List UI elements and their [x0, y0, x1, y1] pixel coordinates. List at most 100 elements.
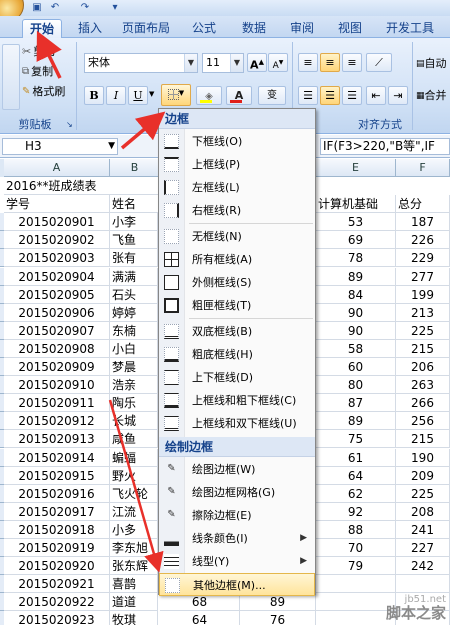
table-cell[interactable] [396, 575, 450, 594]
menu-item-right-border[interactable]: 右框线(R) [159, 199, 315, 222]
table-cell[interactable]: 野火 [110, 466, 158, 485]
font-color-button[interactable]: A [226, 86, 252, 105]
align-center-button[interactable]: ☰ [320, 86, 340, 105]
table-cell[interactable]: 婷婷 [110, 303, 158, 322]
menu-item-bottom-border[interactable]: 下框线(O) [159, 130, 315, 153]
font-size-combo[interactable]: 11 ▼ [202, 53, 244, 73]
align-top-button[interactable]: ≡ [298, 53, 318, 72]
table-cell[interactable]: 2015020908 [4, 339, 110, 358]
align-right-button[interactable]: ☰ [342, 86, 362, 105]
table-cell[interactable]: 小白 [110, 339, 158, 358]
format-painter-button[interactable]: ✎ 格式刷 [22, 84, 65, 100]
table-cell[interactable]: 2015020914 [4, 448, 110, 467]
table-cell[interactable]: 229 [396, 249, 450, 268]
table-cell[interactable]: 75 [316, 430, 396, 449]
table-cell[interactable]: 小多 [110, 520, 158, 539]
table-cell[interactable]: 长城 [110, 412, 158, 431]
table-cell[interactable]: 90 [316, 303, 396, 322]
table-cell[interactable]: 2015020907 [4, 321, 110, 340]
grow-font-button[interactable]: A▲ [247, 53, 267, 72]
tab-view[interactable]: 视图 [332, 19, 368, 38]
table-cell[interactable]: 2015020905 [4, 285, 110, 304]
table-cell[interactable]: 241 [396, 520, 450, 539]
table-cell[interactable]: 陶乐 [110, 394, 158, 413]
table-cell[interactable]: 2015020916 [4, 484, 110, 503]
table-cell[interactable]: 2015020919 [4, 539, 110, 557]
table-cell[interactable]: 梦晨 [110, 358, 158, 376]
table-cell[interactable]: 2015020915 [4, 466, 110, 485]
table-cell[interactable]: 58 [316, 339, 396, 358]
menu-item-draw-border[interactable]: ✎ 绘图边框(W) [159, 458, 315, 481]
table-cell[interactable] [316, 611, 396, 625]
table-cell[interactable]: 89 [316, 412, 396, 431]
column-header-e[interactable]: E [316, 159, 396, 177]
border-button[interactable]: ▼ [161, 84, 191, 106]
fill-color-button[interactable]: ◈ [196, 86, 222, 105]
table-cell[interactable]: 227 [396, 539, 450, 557]
menu-item-top-border[interactable]: 上框线(P) [159, 153, 315, 176]
header-cs-cell[interactable]: 计算机基础 [316, 195, 396, 214]
menu-item-no-border[interactable]: 无框线(N) [159, 225, 315, 248]
menu-item-top-thick-bottom-border[interactable]: 上框线和粗下框线(C) [159, 389, 315, 412]
tab-page-layout[interactable]: 页面布局 [116, 19, 176, 38]
tab-insert[interactable]: 插入 [72, 19, 108, 38]
table-cell[interactable]: 2015020902 [4, 231, 110, 250]
menu-item-thick-bottom-border[interactable]: 粗底框线(H) [159, 343, 315, 366]
table-cell[interactable]: 张东辉 [110, 557, 158, 576]
table-cell[interactable]: 80 [316, 376, 396, 395]
undo-icon[interactable]: ↶ [48, 1, 62, 14]
menu-item-thick-box-border[interactable]: 粗匣框线(T) [159, 294, 315, 317]
header-id-cell[interactable]: 学号 [4, 195, 110, 214]
table-cell[interactable]: 226 [396, 231, 450, 250]
tab-home[interactable]: 开始 [22, 19, 62, 38]
table-cell[interactable]: 53 [316, 213, 396, 232]
wrap-text-button[interactable]: ▤ 自动 [416, 56, 447, 72]
table-cell[interactable]: 江流 [110, 502, 158, 521]
underline-button[interactable]: U [128, 86, 148, 105]
table-cell[interactable]: 2015020921 [4, 575, 110, 594]
menu-item-more-borders[interactable]: 其他边框(M)... [159, 573, 315, 596]
table-cell[interactable]: 266 [396, 394, 450, 413]
table-cell[interactable]: 190 [396, 448, 450, 467]
table-cell[interactable]: 88 [316, 520, 396, 539]
table-cell[interactable]: 69 [316, 231, 396, 250]
dialog-launcher-icon[interactable]: ↘ [66, 120, 73, 129]
table-cell[interactable] [316, 575, 396, 594]
table-cell[interactable]: 89 [316, 267, 396, 286]
table-cell[interactable]: 2015020917 [4, 502, 110, 521]
table-cell[interactable]: 90 [316, 321, 396, 340]
decrease-indent-button[interactable]: ⇤ [366, 86, 386, 105]
table-cell[interactable]: 64 [316, 466, 396, 485]
table-cell[interactable]: 2015020906 [4, 303, 110, 322]
table-cell[interactable]: 飞鱼 [110, 231, 158, 250]
menu-item-outside-borders[interactable]: 外侧框线(S) [159, 271, 315, 294]
column-header-b[interactable]: B [110, 159, 160, 177]
table-cell[interactable]: 70 [316, 539, 396, 557]
column-header-f[interactable]: F [396, 159, 450, 177]
align-left-button[interactable]: ☰ [298, 86, 318, 105]
table-cell[interactable]: 东楠 [110, 321, 158, 340]
table-cell[interactable]: 277 [396, 267, 450, 286]
bold-button[interactable]: B [84, 86, 104, 105]
table-cell[interactable]: 225 [396, 484, 450, 503]
table-cell[interactable]: 2015020903 [4, 249, 110, 268]
tab-developer[interactable]: 开发工具 [380, 19, 440, 38]
table-cell[interactable]: 2015020918 [4, 520, 110, 539]
table-cell[interactable]: 215 [396, 430, 450, 449]
cut-button[interactable]: ✂ 剪切 [22, 44, 55, 60]
table-cell[interactable]: 2015020901 [4, 213, 110, 232]
align-bottom-button[interactable]: ≡ [342, 53, 362, 72]
column-header-a[interactable]: A [4, 159, 110, 177]
menu-item-erase-border[interactable]: ✎ 擦除边框(E) [159, 504, 315, 527]
table-cell[interactable]: 飞火轮 [110, 484, 158, 503]
table-cell[interactable]: 道道 [110, 593, 158, 612]
increase-indent-button[interactable]: ⇥ [388, 86, 408, 105]
table-cell[interactable]: 87 [316, 394, 396, 413]
font-name-combo[interactable]: 宋体 ▼ [84, 53, 198, 73]
table-cell[interactable]: 李东旭 [110, 539, 158, 557]
table-cell[interactable]: 60 [316, 358, 396, 376]
table-cell[interactable]: 84 [316, 285, 396, 304]
merge-button[interactable]: ▦ 合并 [416, 88, 447, 104]
tab-review[interactable]: 审阅 [284, 19, 320, 38]
copy-button[interactable]: ⧉ 复制 [22, 64, 53, 80]
